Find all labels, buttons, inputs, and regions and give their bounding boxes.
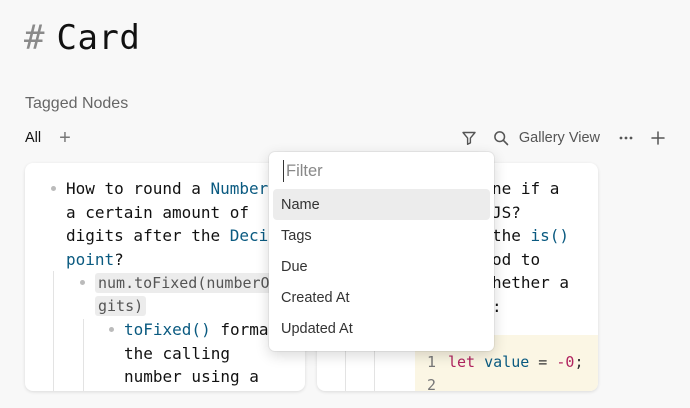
dropdown-option-due[interactable]: Due (273, 251, 490, 282)
line-number: 1 (427, 353, 437, 371)
more-icon[interactable] (618, 130, 634, 146)
tab-all[interactable]: All (25, 130, 41, 146)
gallery-view-button[interactable]: Gallery View (519, 130, 600, 146)
dropdown-option-updated-at[interactable]: Updated At (273, 313, 490, 344)
code-line: let value = -0; (448, 353, 584, 371)
view-tabs: All + (25, 128, 71, 148)
view-toolbar: Gallery View (461, 126, 666, 150)
dropdown-option-name[interactable]: Name (273, 189, 490, 220)
card-question: ne if a JS? the is() od to hether a : (492, 179, 570, 316)
page-title-row: # Card (24, 16, 140, 60)
gallery-card[interactable]: How to round a Number a certain amount o… (25, 163, 305, 391)
filter-icon[interactable] (461, 130, 477, 146)
card-answer: toFixed() format the calling number usin… (124, 320, 279, 386)
dropdown-option-tags[interactable]: Tags (273, 220, 490, 251)
bullet-dot (80, 280, 85, 285)
hash-icon: # (24, 18, 45, 58)
add-tab-button[interactable]: + (59, 128, 71, 148)
bullet-dot (51, 186, 56, 191)
page-title[interactable]: Card (56, 18, 140, 58)
filter-input[interactable] (283, 160, 478, 182)
section-label: Tagged Nodes (25, 95, 129, 112)
indent-guide (53, 271, 54, 391)
card-question: How to round a Number a certain amount o… (66, 179, 278, 269)
bullet-dot (109, 327, 114, 332)
search-icon[interactable] (493, 130, 509, 146)
plus-icon[interactable] (650, 130, 666, 146)
dropdown-option-created-at[interactable]: Created At (273, 282, 490, 313)
indent-guide (83, 319, 84, 391)
sort-dropdown: Name Tags Due Created At Updated At (269, 152, 494, 351)
line-number: 2 (427, 376, 437, 391)
